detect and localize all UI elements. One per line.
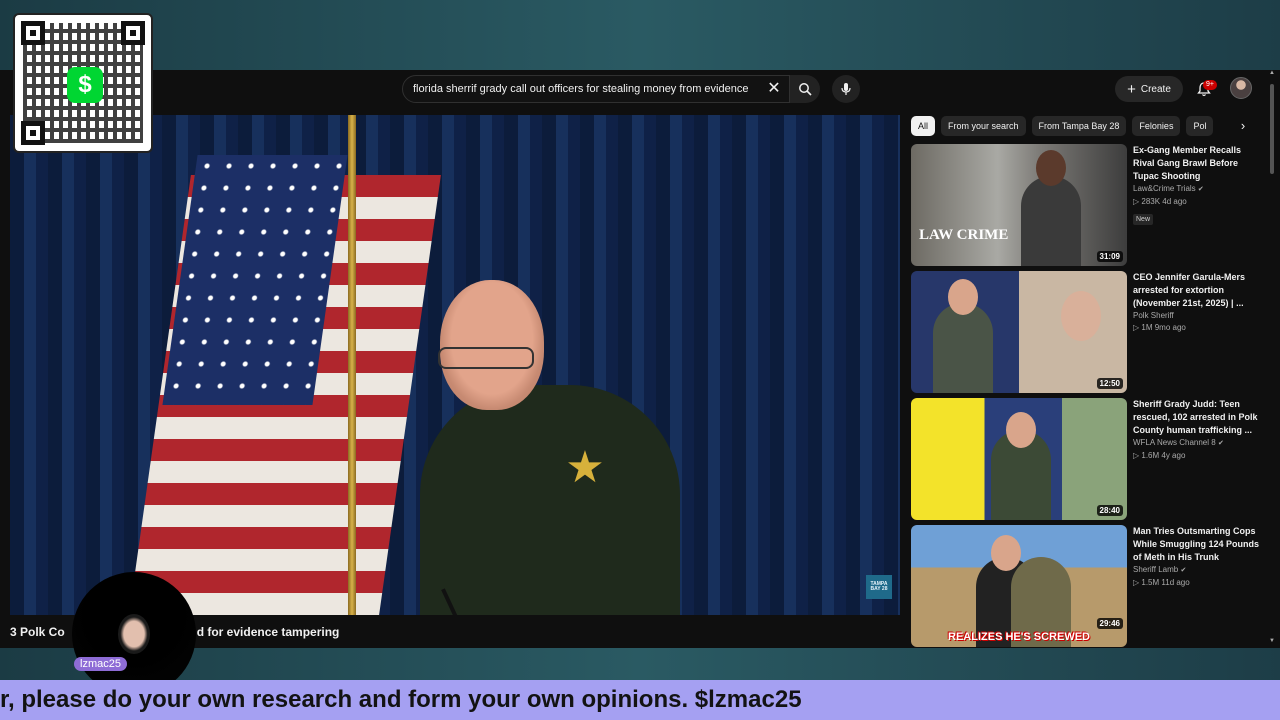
video-thumbnail[interactable]: REALIZES HE'S SCREWED 29:46 <box>911 525 1127 647</box>
thumbnail-overlay-text: REALIZES HE'S SCREWED <box>948 631 1090 643</box>
recommendation-stats: ▷ 1.6M 4y ago <box>1133 451 1186 460</box>
recommendation-channel[interactable]: Polk Sheriff <box>1133 310 1259 322</box>
video-thumbnail[interactable]: 12:50 <box>911 271 1127 393</box>
masthead: florida sherrif grady call out officers … <box>0 70 1280 108</box>
verified-icon: ✔ <box>1217 440 1224 447</box>
video-frame-speaker-body <box>420 385 680 615</box>
duration-badge: 28:40 <box>1096 505 1123 516</box>
account-avatar[interactable] <box>1230 77 1252 99</box>
notification-count-badge: 9+ <box>1203 80 1217 90</box>
video-frame-glasses <box>438 347 534 369</box>
create-label: Create <box>1140 83 1171 95</box>
mic-icon <box>841 83 851 95</box>
recommendation-meta: CEO Jennifer Garula-Mers arrested for ex… <box>1133 271 1259 334</box>
channel-name[interactable]: Law&Crime Trials <box>1133 184 1196 193</box>
scroll-down-icon[interactable]: ▼ <box>1268 638 1276 644</box>
duration-badge: 12:50 <box>1096 378 1123 389</box>
thumbnail-overlay-text: LAW CRIME <box>919 227 1009 243</box>
thumbnail-figure <box>1021 176 1081 266</box>
thumbnail-face <box>1036 150 1066 186</box>
recommendation-stats: ▷ 1M 9mo ago <box>1133 323 1186 332</box>
voice-search-button[interactable] <box>832 75 860 103</box>
recommendation-stats: ▷ 283K 4d ago <box>1133 197 1187 206</box>
channel-watermark-logo[interactable]: TAMPA BAY 28 <box>866 575 892 599</box>
video-frame-flagpole <box>348 115 356 615</box>
duration-badge: 31:09 <box>1096 251 1123 262</box>
chip-felonies[interactable]: Felonies <box>1132 116 1181 136</box>
create-button[interactable]: + Create <box>1115 76 1183 102</box>
new-badge: New <box>1133 214 1154 225</box>
sheriff-star-icon: ★ <box>565 443 605 492</box>
chip-from-tampa-bay-28[interactable]: From Tampa Bay 28 <box>1031 116 1127 136</box>
search-input[interactable]: florida sherrif grady call out officers … <box>402 75 790 103</box>
video-player[interactable]: ★ TAMPA BAY 28 <box>10 115 900 615</box>
recommendation-item[interactable]: 12:50 CEO Jennifer Garula-Mers arrested … <box>911 271 1261 393</box>
recommendation-title[interactable]: Ex-Gang Member Recalls Rival Gang Brawl … <box>1133 144 1259 183</box>
thumbnail-figure <box>933 303 993 393</box>
recommendation-meta: Man Tries Outsmarting Cops While Smuggli… <box>1133 525 1259 589</box>
recommendation-title[interactable]: Sheriff Grady Judd: Teen rescued, 102 ar… <box>1133 398 1259 437</box>
scroll-up-icon[interactable]: ▲ <box>1268 70 1276 76</box>
qr-corner <box>21 121 45 145</box>
video-thumbnail[interactable]: 28:40 <box>911 398 1127 520</box>
scrolling-ticker: r, please do your own research and form … <box>0 680 1280 720</box>
thumbnail-face <box>991 535 1021 571</box>
thumbnail-face <box>948 279 978 315</box>
recommendation-stats: ▷ 1.5M 11d ago <box>1133 578 1190 587</box>
duration-badge: 29:46 <box>1096 618 1123 629</box>
recommendation-channel[interactable]: Sheriff Lamb ✔ <box>1133 564 1259 577</box>
scrollbar[interactable]: ▲ ▼ <box>1268 70 1276 648</box>
recommendation-meta: Sheriff Grady Judd: Teen rescued, 102 ar… <box>1133 398 1259 462</box>
chip-pol[interactable]: Pol <box>1186 116 1214 136</box>
recommendation-title[interactable]: Man Tries Outsmarting Cops While Smuggli… <box>1133 525 1259 564</box>
chip-all[interactable]: All <box>911 116 936 136</box>
recommendation-item[interactable]: 28:40 Sheriff Grady Judd: Teen rescued, … <box>911 398 1261 520</box>
related-filter-chips: All From your search From Tampa Bay 28 F… <box>911 116 1251 136</box>
channel-name[interactable]: Polk Sheriff <box>1133 311 1174 320</box>
video-frame-speaker-head <box>440 280 544 410</box>
thumbnail-face <box>1061 291 1101 341</box>
channel-name[interactable]: WFLA News Channel 8 <box>1133 438 1216 447</box>
recommendation-title[interactable]: CEO Jennifer Garula-Mers arrested for ex… <box>1133 271 1259 310</box>
chip-from-your-search[interactable]: From your search <box>941 116 1026 136</box>
verified-icon: ✔ <box>1197 186 1204 193</box>
recommendation-channel[interactable]: WFLA News Channel 8 ✔ <box>1133 437 1259 450</box>
recommendation-item[interactable]: LAW CRIME 31:09 Ex-Gang Member Recalls R… <box>911 144 1261 266</box>
thumbnail-face <box>1006 412 1036 448</box>
qr-corner <box>121 21 145 45</box>
streamer-face <box>118 614 150 654</box>
stream-backdrop-top <box>0 0 1280 70</box>
video-thumbnail[interactable]: LAW CRIME 31:09 <box>911 144 1127 266</box>
qr-corner <box>21 21 45 45</box>
streamer-name-tag: lzmac25 <box>74 657 127 671</box>
close-icon[interactable]: ✕ <box>764 79 784 99</box>
recommendations-list: LAW CRIME 31:09 Ex-Gang Member Recalls R… <box>911 144 1261 648</box>
scrollbar-thumb[interactable] <box>1270 84 1274 174</box>
cashapp-qr-code: $ <box>13 13 153 153</box>
search-icon <box>799 83 812 96</box>
verified-icon: ✔ <box>1180 567 1187 574</box>
plus-icon: + <box>1127 80 1136 98</box>
channel-name[interactable]: Sheriff Lamb <box>1133 565 1178 574</box>
recommendation-item[interactable]: REALIZES HE'S SCREWED 29:46 Man Tries Ou… <box>911 525 1261 647</box>
video-title-end: d for evidence tampering <box>196 625 340 639</box>
video-title-start: 3 Polk Co <box>10 625 65 639</box>
recommendation-channel[interactable]: Law&Crime Trials ✔ <box>1133 183 1259 196</box>
youtube-window: florida sherrif grady call out officers … <box>0 70 1280 648</box>
chevron-right-icon[interactable]: › <box>1236 118 1250 134</box>
cashapp-icon: $ <box>67 67 103 103</box>
search-button[interactable] <box>790 75 820 103</box>
recommendation-meta: Ex-Gang Member Recalls Rival Gang Brawl … <box>1133 144 1259 226</box>
